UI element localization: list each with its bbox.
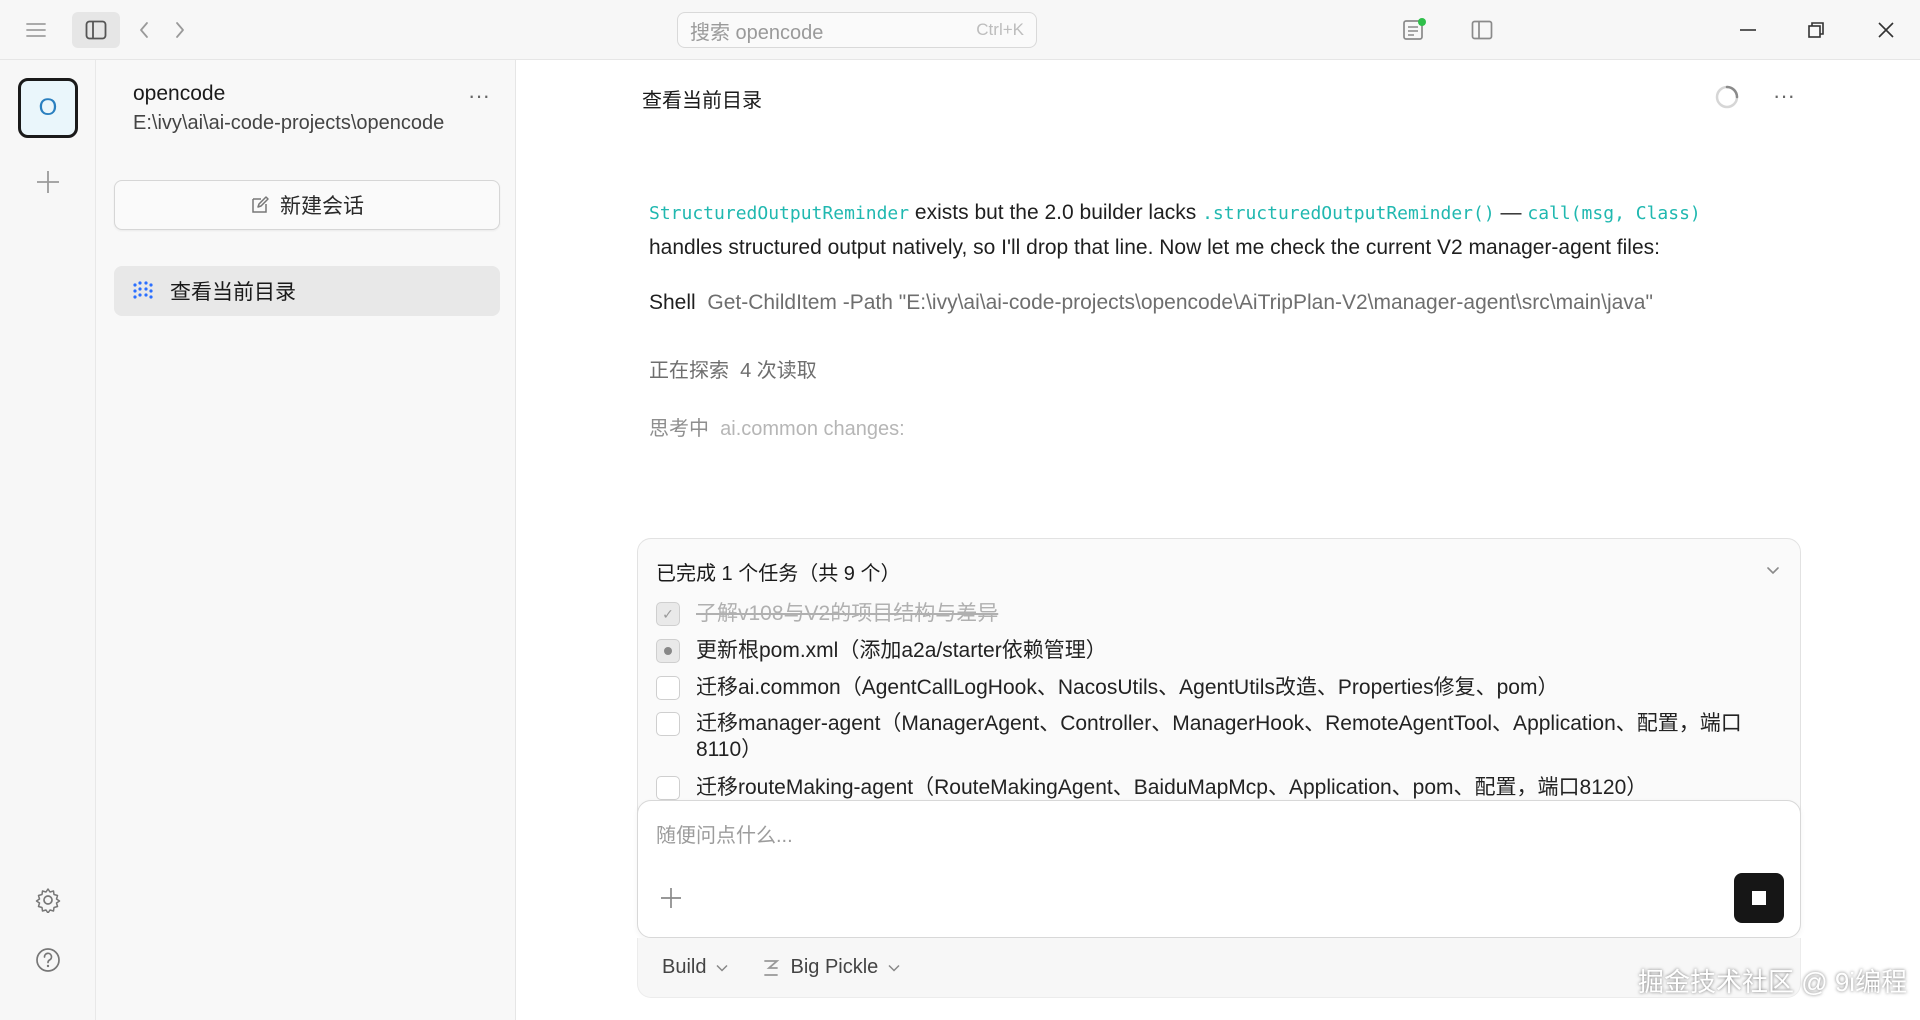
new-session-button[interactable]: 新建会话 (114, 180, 500, 230)
search-box[interactable]: 搜索 opencode Ctrl+K (677, 12, 1037, 48)
model-label: Big Pickle (790, 956, 879, 978)
forward-icon[interactable] (168, 16, 192, 44)
message-text-2: — (1494, 201, 1528, 224)
task-item: 迁移routeMaking-agent（RouteMakingAgent、Bai… (656, 775, 1776, 801)
prompt-composer[interactable]: 随便问点什么... (637, 800, 1801, 938)
exploring-detail: 4 次读取 (740, 360, 817, 382)
new-session-label: 新建会话 (280, 195, 364, 218)
chevron-down-icon[interactable] (1760, 557, 1786, 583)
stop-icon (1752, 891, 1766, 905)
thinking-label: 思考中 (649, 418, 709, 440)
restore-icon[interactable] (1800, 14, 1832, 46)
loading-dots-icon (133, 281, 153, 299)
checkbox-icon[interactable] (656, 712, 680, 736)
model-provider-icon (764, 959, 780, 976)
session-item[interactable]: 查看当前目录 (114, 266, 500, 316)
shell-tool-call[interactable]: Shell Get-ChildItem -Path "E:\ivy\ai\ai-… (649, 286, 1789, 320)
project-more-label: ··· (468, 83, 490, 108)
project-rail: O (0, 60, 96, 1020)
add-project-icon[interactable] (30, 164, 66, 200)
shell-label: Shell (649, 291, 696, 314)
search-shortcut: Ctrl+K (976, 20, 1024, 39)
code-structured-output-reminder: StructuredOutputReminder (649, 203, 910, 224)
title-bar: 搜索 opencode Ctrl+K (0, 0, 1920, 60)
settings-icon[interactable] (32, 884, 64, 916)
task-summary: 已完成 1 个任务（共 9 个） (656, 563, 901, 585)
main-panel: 查看当前目录 ··· StructuredOutputReminder exis… (516, 60, 1920, 1020)
review-panel-icon[interactable] (1398, 14, 1430, 46)
task-item: 更新根pom.xml（添加a2a/starter依赖管理） (656, 638, 1776, 664)
project-tile[interactable]: O (18, 78, 78, 138)
menu-icon[interactable] (22, 16, 50, 44)
task-item: ✓ 了解v108与V2的项目结构与差异 (656, 601, 1776, 627)
mode-selector[interactable]: Build (662, 956, 729, 979)
assistant-message: StructuredOutputReminder exists but the … (649, 196, 1789, 265)
project-initial: O (38, 94, 58, 121)
code-call-method: call(msg, Class) (1527, 203, 1701, 224)
project-more-icon[interactable]: ··· (462, 82, 496, 110)
message-text-3: handles structured output natively, so I… (649, 236, 1660, 259)
session-sidebar: opencode ··· E:\ivy\ai\ai-code-projects\… (96, 60, 516, 1020)
task-text: 迁移manager-agent（ManagerAgent、Controller、… (696, 712, 1742, 761)
chevron-down-icon (716, 964, 729, 972)
minimize-icon[interactable] (1732, 14, 1764, 46)
toggle-right-panel-icon[interactable] (1466, 14, 1498, 46)
project-name: opencode (133, 82, 226, 105)
help-icon[interactable] (32, 944, 64, 976)
task-item: 迁移ai.common（AgentCallLogHook、NacosUtils、… (656, 675, 1776, 701)
task-text: 迁移routeMaking-agent（RouteMakingAgent、Bai… (696, 776, 1648, 799)
shell-command: Get-ChildItem -Path "E:\ivy\ai\ai-code-p… (707, 291, 1653, 314)
task-item: 迁移manager-agent（ManagerAgent、Controller、… (656, 711, 1776, 763)
model-selector[interactable]: Big Pickle (762, 956, 900, 979)
chevron-down-icon (888, 964, 900, 972)
thinking-detail: ai.common changes: (720, 418, 905, 440)
checkbox-checked-icon[interactable]: ✓ (656, 602, 680, 626)
message-text-1: exists but the 2.0 builder lacks (909, 201, 1203, 224)
edit-icon (252, 196, 269, 213)
search-placeholder: 搜索 opencode (690, 21, 824, 44)
code-builder-method: .structuredOutputReminder() (1202, 203, 1495, 224)
close-icon[interactable] (1870, 14, 1902, 46)
composer-options-bar: Build Big Pickle (637, 938, 1801, 998)
exploring-label: 正在探索 (649, 360, 729, 382)
exploring-status: 正在探索 4 次读取 (649, 354, 1789, 388)
prompt-placeholder: 随便问点什么... (656, 825, 793, 847)
checkbox-icon[interactable] (656, 776, 680, 800)
session-title: 查看当前目录 (170, 281, 296, 304)
conversation-title: 查看当前目录 (642, 90, 762, 112)
spinner-icon (1712, 82, 1742, 112)
task-text: 了解v108与V2的项目结构与差异 (696, 602, 999, 625)
conversation-more-icon[interactable]: ··· (1766, 82, 1802, 110)
task-text: 迁移ai.common（AgentCallLogHook、NacosUtils、… (696, 676, 1559, 699)
watermark: 掘金技术社区 @ 9i编程 (1638, 967, 1908, 997)
checkbox-icon[interactable] (656, 676, 680, 700)
attach-plus-icon[interactable] (656, 883, 686, 913)
mode-label: Build (662, 956, 707, 978)
toggle-sidebar-icon[interactable] (72, 12, 120, 48)
conversation-more-label: ··· (1773, 83, 1795, 108)
back-icon[interactable] (132, 16, 156, 44)
project-path: E:\ivy\ai\ai-code-projects\opencode (133, 112, 445, 134)
checkbox-in-progress-icon[interactable] (656, 639, 680, 663)
thinking-status: 思考中 ai.common changes: (649, 412, 1789, 446)
task-text: 更新根pom.xml（添加a2a/starter依赖管理） (696, 639, 1107, 662)
stop-button[interactable] (1734, 873, 1784, 923)
